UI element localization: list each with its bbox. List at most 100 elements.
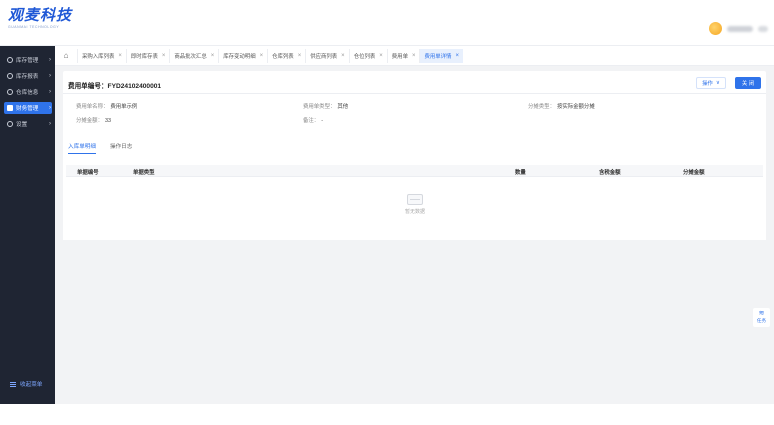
close-icon[interactable]: × <box>298 53 302 59</box>
column-header: 单据编号 <box>77 170 99 176</box>
detail-tab-panel: 单据编号 单据类型 数量 含税金额 分摊金额 暂无数据 <box>63 158 766 240</box>
close-icon[interactable]: × <box>455 53 459 59</box>
sidebar-item-label: 财务管理 <box>16 106 39 112</box>
tab-stock-changes[interactable]: 库存变动明细 × <box>218 48 267 63</box>
close-icon[interactable]: × <box>118 53 122 59</box>
detail-title-row: 费用单编号：FYD24102400001 操作 ∨ 关 闭 <box>68 76 761 91</box>
chevron-right-icon: › <box>49 73 51 79</box>
column-header: 数量 <box>515 170 526 176</box>
chevron-right-icon: › <box>49 89 51 95</box>
close-icon[interactable]: × <box>412 53 416 59</box>
sidebar-item-warehouse[interactable]: 仓库信息 › <box>4 86 52 98</box>
sidebar: 库存管理 › 库存报表 › 仓库信息 › 财务管理 › 设置 › 收起菜单 <box>0 46 55 404</box>
tab-operation-log[interactable]: 操作日志 <box>110 142 132 154</box>
close-icon[interactable]: × <box>260 53 264 59</box>
tab-location-list[interactable]: 仓位列表 × <box>348 48 387 63</box>
home-icon[interactable]: ⌂ <box>55 51 77 60</box>
table-header: 单据编号 单据类型 数量 含税金额 分摊金额 <box>66 165 763 177</box>
tab-label: 商品批次汇总 <box>174 53 207 60</box>
field-allocation-amount: 分摊金额： 33 <box>76 116 111 124</box>
tab-supplier-list[interactable]: 供应商列表 × <box>305 48 348 63</box>
field-remark: 备注： - <box>303 116 323 124</box>
sidebar-item-reports[interactable]: 库存报表 › <box>4 70 52 82</box>
field-label: 备注： <box>303 118 320 124</box>
tab-bar: ⌂ 采购入库列表 × 即时库存表 × 商品批次汇总 × 库存变动明细 × 仓库列表 × 供… <box>55 46 774 66</box>
menu-fold-icon <box>10 381 16 387</box>
sidebar-item-label: 仓库信息 <box>16 90 39 96</box>
logo-subtext: GUANMAI TECHNOLOGY <box>8 25 60 29</box>
field-value: - <box>321 118 323 124</box>
bottom-blank-area <box>0 404 774 425</box>
column-header: 分摊金额 <box>683 170 705 176</box>
page-title: 费用单编号：FYD24102400001 <box>68 83 162 90</box>
user-name-blurred <box>727 25 753 32</box>
user-menu[interactable] <box>709 22 768 35</box>
detail-subtabs: 入库单明细 操作日志 <box>68 142 132 154</box>
field-label: 分摊类型： <box>528 104 555 110</box>
sidebar-item-finance[interactable]: 财务管理 › <box>4 102 52 114</box>
chart-icon <box>7 73 13 79</box>
tab-label: 仓位列表 <box>353 53 376 60</box>
main-content: ⌂ 采购入库列表 × 即时库存表 × 商品批次汇总 × 库存变动明细 × 仓库列表 × 供… <box>55 46 774 404</box>
close-button[interactable]: 关 闭 <box>735 77 761 89</box>
tab-label: 费用单 <box>391 53 408 60</box>
divider <box>63 93 766 94</box>
warehouse-icon <box>7 89 13 95</box>
collapse-menu-button[interactable]: 收起菜单 <box>10 380 42 388</box>
chevron-right-icon: › <box>49 121 51 127</box>
field-label: 分摊金额： <box>76 118 103 124</box>
empty-state: 暂无数据 <box>400 194 430 215</box>
close-icon[interactable]: × <box>211 53 215 59</box>
top-header: 观麦科技 GUANMAI TECHNOLOGY <box>0 0 774 46</box>
finance-icon <box>7 105 13 111</box>
tab-label: 采购入库列表 <box>82 53 115 60</box>
close-icon[interactable]: × <box>379 53 383 59</box>
close-icon[interactable]: × <box>162 53 166 59</box>
close-icon[interactable]: × <box>341 53 345 59</box>
tab-inbound-details[interactable]: 入库单明细 <box>68 142 96 154</box>
chevron-right-icon: › <box>49 57 51 63</box>
box-icon <box>7 57 13 63</box>
collapse-menu-label: 收起菜单 <box>20 382 43 388</box>
field-expense-name: 费用单名称： 费用单示例 <box>76 102 137 110</box>
field-allocation-type: 分摊类型： 按实际金额分摊 <box>528 102 595 110</box>
task-label: 任务 <box>756 318 767 323</box>
avatar[interactable] <box>709 22 722 35</box>
tab-expense-detail[interactable]: 费用单详情 × <box>419 48 463 63</box>
field-value: 33 <box>104 118 111 124</box>
tab-warehouse-list[interactable]: 仓库列表 × <box>267 48 305 63</box>
layers-icon: ≋ <box>758 310 765 317</box>
column-header: 含税金额 <box>599 170 621 176</box>
logo-text: 观麦科技 <box>8 7 73 24</box>
sidebar-item-inventory[interactable]: 库存管理 › <box>4 54 52 66</box>
sidebar-item-label: 库存报表 <box>16 74 39 80</box>
empty-box-icon <box>407 194 423 205</box>
tab-label: 供应商列表 <box>310 53 338 60</box>
operations-label: 操作 <box>702 81 713 87</box>
field-value: 其他 <box>337 104 349 110</box>
user-extra-blurred <box>758 25 768 32</box>
sidebar-item-label: 设置 <box>16 122 28 128</box>
logo[interactable]: 观麦科技 GUANMAI TECHNOLOGY <box>8 8 72 30</box>
field-expense-type: 费用单类型： 其他 <box>303 102 348 110</box>
empty-text: 暂无数据 <box>404 209 425 215</box>
column-header: 单据类型 <box>133 170 155 176</box>
field-label: 费用单名称： <box>76 104 109 110</box>
tab-purchase-inbound[interactable]: 采购入库列表 × <box>77 48 126 63</box>
field-label: 费用单类型： <box>303 104 336 110</box>
field-value: 按实际金额分摊 <box>556 104 595 110</box>
tab-label: 即时库存表 <box>130 53 158 60</box>
field-value: 费用单示例 <box>110 104 138 110</box>
tab-label: 费用单详情 <box>424 53 452 60</box>
gear-icon <box>7 121 13 127</box>
tab-realtime-stock[interactable]: 即时库存表 × <box>125 48 169 63</box>
tab-expense-list[interactable]: 费用单 × <box>386 48 420 63</box>
chevron-down-icon: ∨ <box>715 80 720 86</box>
tab-label: 仓库列表 <box>272 53 294 60</box>
operations-dropdown-button[interactable]: 操作 ∨ <box>696 77 726 89</box>
task-float-button[interactable]: ≋ 任务 <box>753 308 770 327</box>
tab-batch-summary[interactable]: 商品批次汇总 × <box>169 48 218 63</box>
sidebar-item-label: 库存管理 <box>16 58 39 64</box>
sidebar-item-settings[interactable]: 设置 › <box>4 118 52 130</box>
tab-label: 库存变动明细 <box>223 53 256 60</box>
